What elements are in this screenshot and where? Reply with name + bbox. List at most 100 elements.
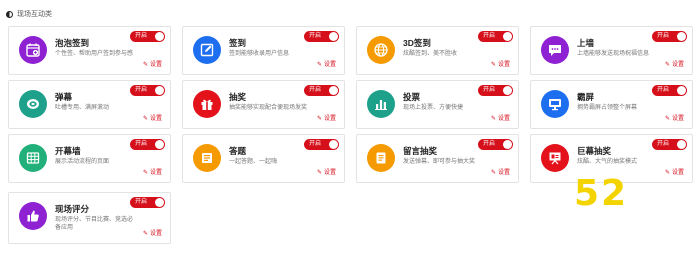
- settings-link[interactable]: ✎ 设置: [665, 116, 684, 123]
- card-description: 炫酷签到、美不胜收: [403, 51, 458, 57]
- page-header: 现场互动类: [6, 8, 52, 20]
- card-3d-checkin[interactable]: 3D签到 炫酷签到、美不胜收 开启 ✎ 设置: [356, 26, 519, 75]
- thumbs-up-icon: [19, 202, 47, 230]
- card-description: 抽奖能够实现配合便现场发奖: [229, 105, 308, 111]
- enable-toggle[interactable]: 开启: [130, 139, 165, 150]
- settings-link[interactable]: ✎ 设置: [665, 170, 684, 177]
- toggle-label: 开启: [135, 87, 148, 93]
- edit-icon: ✎: [316, 116, 322, 122]
- toggle-knob: [155, 198, 164, 207]
- bullet-comment-icon: [19, 90, 47, 118]
- settings-link[interactable]: ✎ 设置: [317, 62, 336, 69]
- card-title: 弹幕: [55, 92, 73, 102]
- globe-icon: [367, 36, 395, 64]
- settings-label: 设置: [323, 170, 336, 176]
- edit-icon: [193, 36, 221, 64]
- card-lottery[interactable]: 抽奖 抽奖能够实现配合便现场发奖 开启 ✎ 设置: [182, 80, 345, 129]
- settings-link[interactable]: ✎ 设置: [143, 170, 162, 177]
- card-wall-post[interactable]: 上墙 上墙能够发送现场祝福信息 开启 ✎ 设置: [530, 26, 693, 75]
- toggle-label: 开启: [135, 141, 148, 147]
- toggle-knob: [677, 86, 686, 95]
- edit-icon: ✎: [490, 170, 496, 176]
- toggle-label: 开启: [657, 141, 670, 147]
- toggle-knob: [503, 140, 512, 149]
- card-description: 一起答题、一起嗨: [229, 159, 278, 165]
- settings-link[interactable]: ✎ 设置: [491, 62, 510, 69]
- card-voting[interactable]: 投票 现场上投票、方便快捷 开启 ✎ 设置: [356, 80, 519, 129]
- toggle-knob: [677, 32, 686, 41]
- card-description: 现场上投票、方便快捷: [403, 105, 464, 111]
- toggle-label: 开启: [483, 33, 496, 39]
- card-bullet-comments[interactable]: 弹幕 吐槽专用、满屏滚动 开启 ✎ 设置: [8, 80, 171, 129]
- enable-toggle[interactable]: 开启: [652, 85, 687, 96]
- toggle-knob: [503, 86, 512, 95]
- card-title: 答题: [229, 146, 247, 156]
- settings-label: 设置: [497, 170, 510, 176]
- enable-toggle[interactable]: 开启: [478, 139, 513, 150]
- settings-link[interactable]: ✎ 设置: [143, 116, 162, 123]
- enable-toggle[interactable]: 开启: [304, 85, 339, 96]
- card-screen-takeover[interactable]: 霸屏 拥势霸屏占领整个屏幕 开启 ✎ 设置: [530, 80, 693, 129]
- enable-toggle[interactable]: 开启: [652, 139, 687, 150]
- card-title: 3D签到: [403, 38, 431, 48]
- toggle-label: 开启: [309, 87, 322, 93]
- note-icon: [367, 144, 395, 172]
- enable-toggle[interactable]: 开启: [478, 85, 513, 96]
- card-live-scoring[interactable]: 现场评分 现场评分、节目比赛、竞选必备应用 开启 ✎ 设置: [8, 192, 171, 244]
- card-title: 上墙: [577, 38, 595, 48]
- card-description: 展示活动流程的页面: [55, 159, 110, 165]
- feature-grid: 泡泡签到 个性签、帮助用户签到参与感 开启 ✎ 设置 签到 签到能够收录用户信息 …: [8, 22, 694, 248]
- settings-label: 设置: [671, 62, 684, 68]
- edit-icon: ✎: [664, 116, 670, 122]
- edit-icon: ✎: [664, 62, 670, 68]
- settings-link[interactable]: ✎ 设置: [491, 170, 510, 177]
- settings-link[interactable]: ✎ 设置: [491, 116, 510, 123]
- chat-icon: [541, 36, 569, 64]
- edit-icon: ✎: [142, 62, 148, 68]
- enable-toggle[interactable]: 开启: [130, 197, 165, 208]
- settings-link[interactable]: ✎ 设置: [143, 62, 162, 69]
- edit-icon: ✎: [316, 170, 322, 176]
- toggle-label: 开启: [135, 199, 148, 205]
- toggle-knob: [155, 86, 164, 95]
- toggle-label: 开启: [483, 141, 496, 147]
- screen-icon: [541, 90, 569, 118]
- enable-toggle[interactable]: 开启: [304, 31, 339, 42]
- settings-label: 设置: [149, 231, 162, 237]
- card-title: 开幕墙: [55, 146, 81, 156]
- enable-toggle[interactable]: 开启: [130, 31, 165, 42]
- enable-toggle[interactable]: 开启: [652, 31, 687, 42]
- toggle-label: 开启: [309, 33, 322, 39]
- settings-link[interactable]: ✎ 设置: [317, 116, 336, 123]
- enable-toggle[interactable]: 开启: [130, 85, 165, 96]
- card-description: 现场评分、节目比赛、竞选必备应用: [55, 217, 134, 231]
- watermark-text: 52: [574, 173, 629, 214]
- card-description: 发送弹幕、即可参与抽大奖: [403, 159, 476, 165]
- card-quiz[interactable]: 答题 一起答题、一起嗨 开启 ✎ 设置: [182, 134, 345, 183]
- card-opening-wall[interactable]: 开幕墙 展示活动流程的页面 开启 ✎ 设置: [8, 134, 171, 183]
- card-checkin[interactable]: 签到 签到能够收录用户信息 开启 ✎ 设置: [182, 26, 345, 75]
- settings-link[interactable]: ✎ 设置: [143, 231, 162, 238]
- presentation-icon: [541, 144, 569, 172]
- section-icon: [6, 10, 13, 18]
- card-description: 炫酷、大气的抽奖模式: [577, 159, 638, 165]
- settings-label: 设置: [323, 62, 336, 68]
- card-bubble-checkin[interactable]: 泡泡签到 个性签、帮助用户签到参与感 开启 ✎ 设置: [8, 26, 171, 75]
- settings-link[interactable]: ✎ 设置: [317, 170, 336, 177]
- card-description: 上墙能够发送现场祝福信息: [577, 51, 650, 57]
- card-message-lottery[interactable]: 留言抽奖 发送弹幕、即可参与抽大奖 开启 ✎ 设置: [356, 134, 519, 183]
- toggle-knob: [677, 140, 686, 149]
- page-title: 现场互动类: [17, 11, 52, 18]
- card-description: 吐槽专用、满屏滚动: [55, 105, 110, 111]
- toggle-knob: [155, 32, 164, 41]
- settings-link[interactable]: ✎ 设置: [665, 62, 684, 69]
- watermark-logo: 52: [574, 176, 628, 212]
- card-title: 巨幕抽奖: [577, 146, 612, 156]
- card-title: 留言抽奖: [403, 146, 438, 156]
- edit-icon: ✎: [490, 62, 496, 68]
- enable-toggle[interactable]: 开启: [304, 139, 339, 150]
- toggle-knob: [329, 140, 338, 149]
- card-title: 现场评分: [55, 204, 90, 214]
- enable-toggle[interactable]: 开启: [478, 31, 513, 42]
- edit-icon: ✎: [490, 116, 496, 122]
